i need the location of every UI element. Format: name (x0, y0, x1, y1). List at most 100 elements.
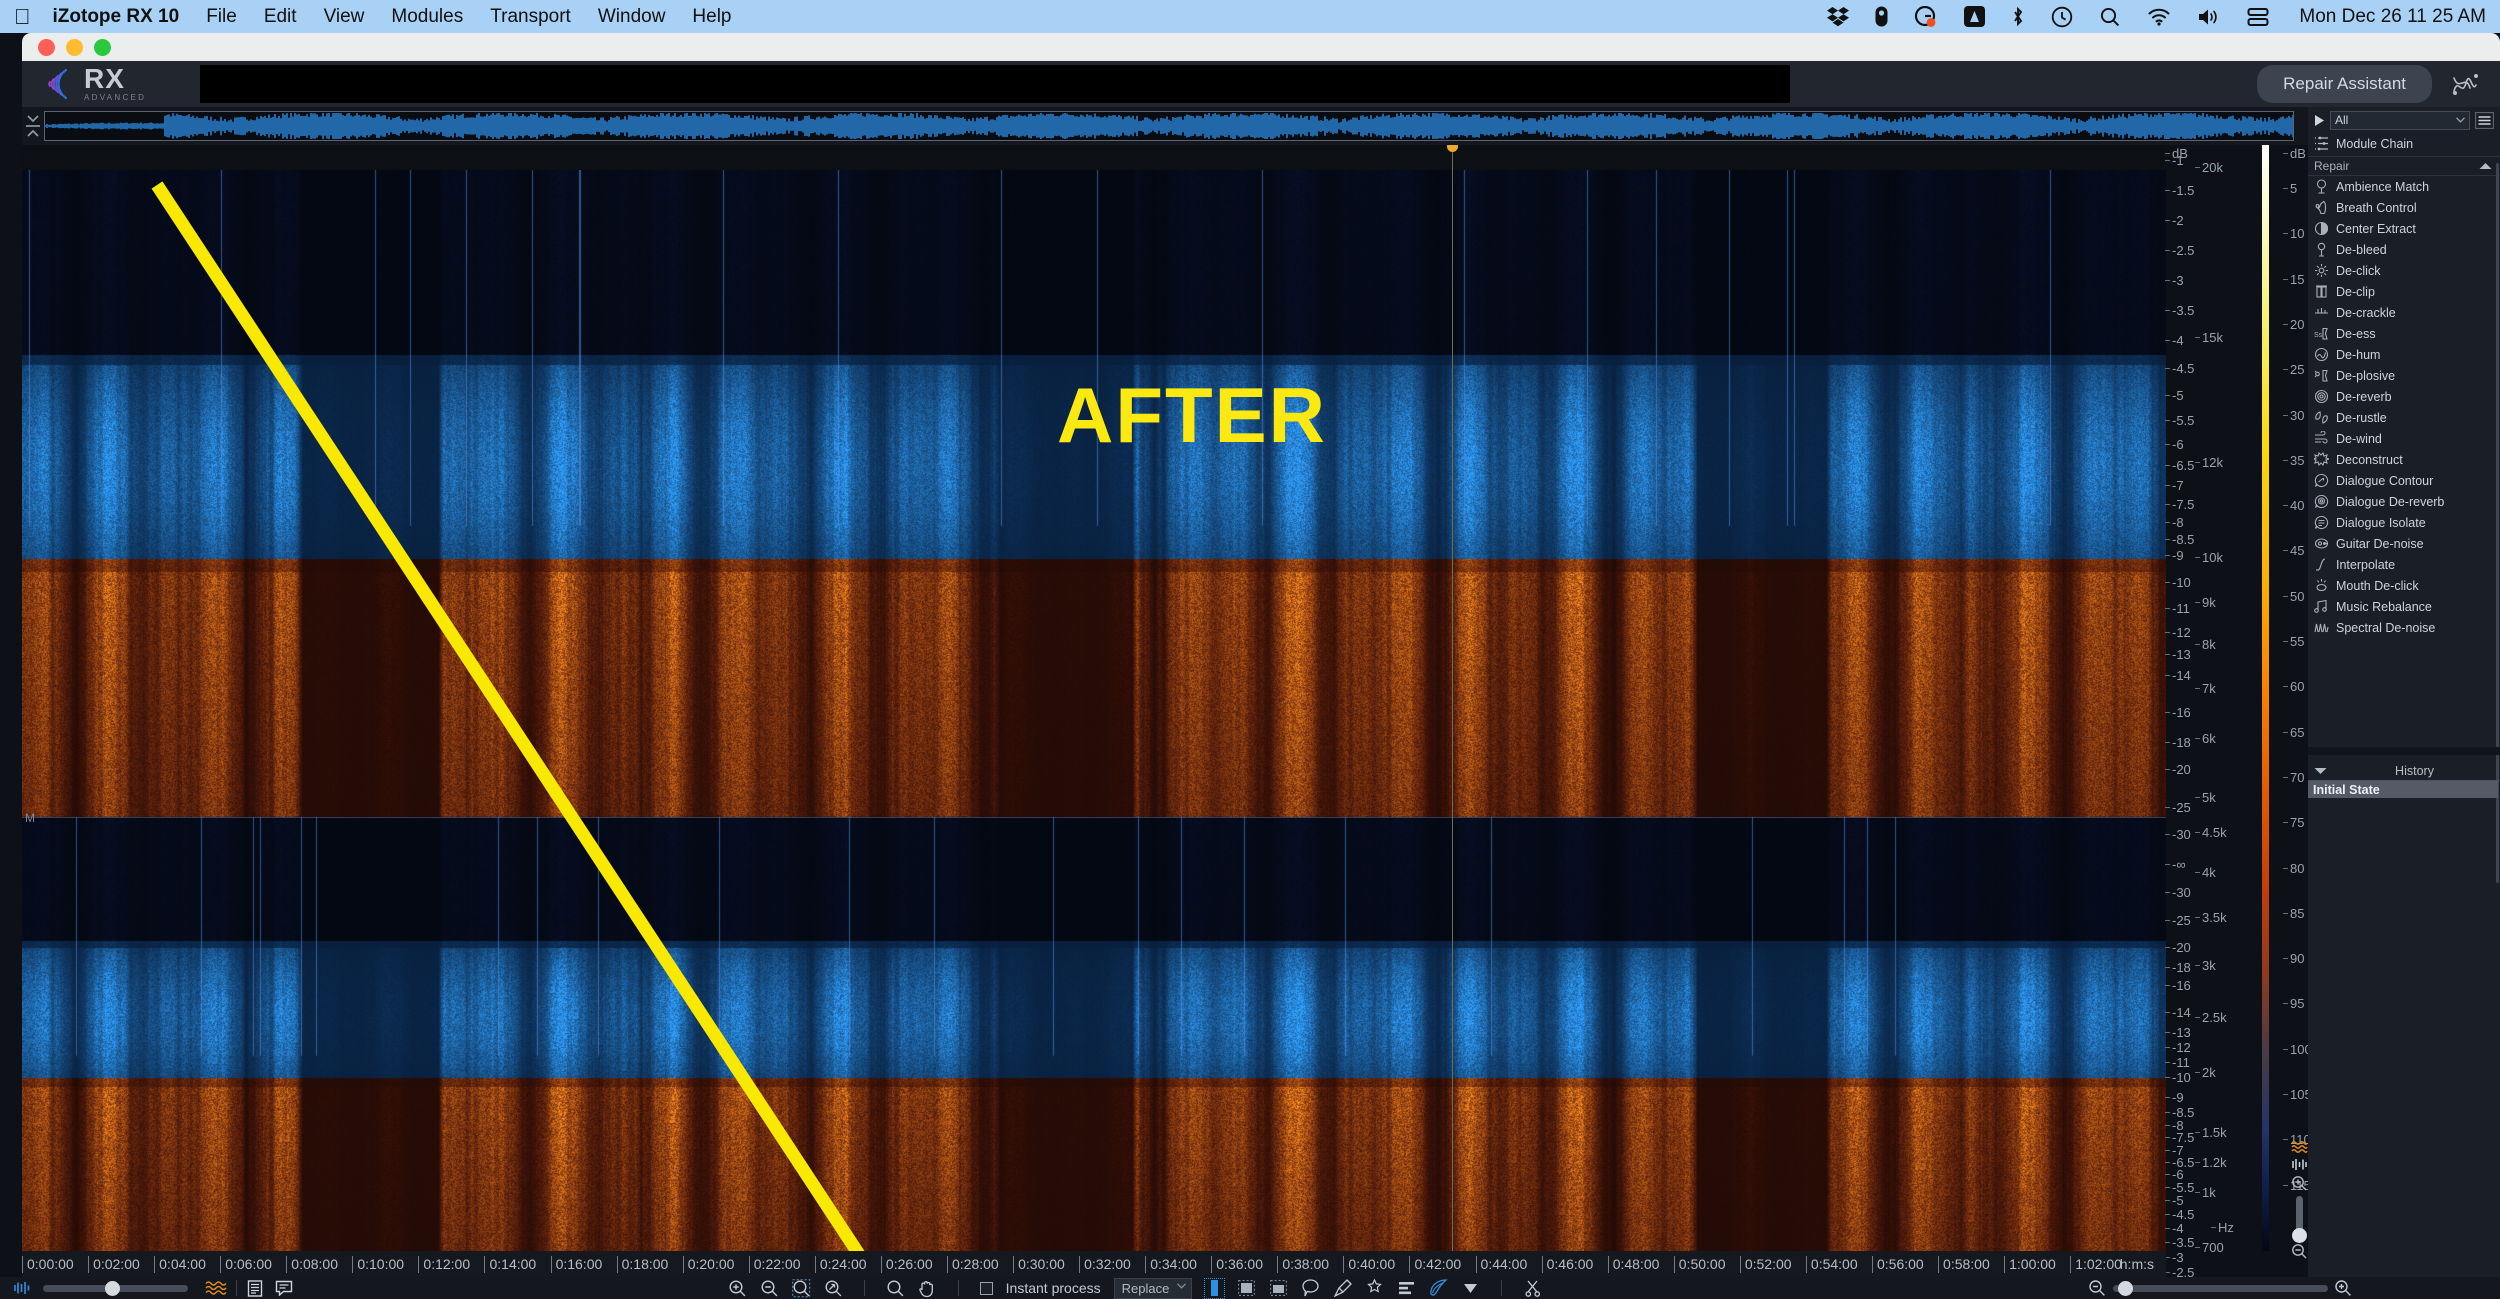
module-item-de-wind[interactable]: De-wind (2308, 428, 2500, 449)
scissors-icon[interactable] (1523, 1279, 1542, 1298)
magic-wand-icon[interactable] (1365, 1279, 1384, 1298)
lasso-selection-icon[interactable] (1301, 1279, 1320, 1298)
menu-item-file[interactable]: File (206, 6, 237, 28)
module-item-dialogue-isolate[interactable]: Dialogue Isolate (2308, 512, 2500, 533)
time-ruler[interactable]: h:m:s 0:00:00 0:02:00 0:04:00 0:06:00 0:08:0… (22, 1251, 2166, 1277)
magnifier-tool-icon[interactable] (886, 1279, 905, 1298)
module-item-de-crackle[interactable]: De-crackle (2308, 302, 2500, 323)
module-chain-item[interactable]: Module Chain (2308, 133, 2500, 154)
apple-icon[interactable]:  (14, 5, 31, 28)
hand-tool-icon[interactable] (918, 1279, 937, 1298)
grammarly-icon[interactable] (1914, 5, 1938, 28)
zoom-reset-icon[interactable] (824, 1279, 843, 1298)
module-filter-dropdown[interactable]: All (2330, 110, 2470, 130)
battery-icon[interactable] (1875, 6, 1888, 27)
module-item-ambience-match[interactable]: Ambience Match (2308, 176, 2500, 197)
wifi-icon[interactable] (2147, 7, 2171, 26)
modules-section-repair[interactable]: Repair (2308, 156, 2500, 176)
chevron-down-icon[interactable] (1461, 1279, 1480, 1298)
history-item[interactable]: Initial State (2308, 781, 2498, 798)
menu-item-window[interactable]: Window (598, 6, 666, 28)
process-mode-dropdown[interactable]: Replace (1113, 1277, 1193, 1299)
module-item-de-ess[interactable]: Ss De-ess (2308, 323, 2500, 344)
spectrogram-view[interactable]: M AFTER (22, 145, 2166, 1251)
module-item-interpolate[interactable]: Interpolate (2308, 554, 2500, 575)
menu-item-modules[interactable]: Modules (391, 6, 463, 28)
frequency-selection-icon[interactable] (1237, 1279, 1256, 1298)
maximize-button[interactable] (94, 38, 111, 56)
module-item-center-extract[interactable]: Center Extract (2308, 218, 2500, 239)
spotlight-search-icon[interactable] (2099, 6, 2121, 28)
comment-icon[interactable] (274, 1279, 293, 1298)
feather-icon[interactable] (1429, 1279, 1449, 1298)
close-button[interactable] (38, 38, 55, 56)
play-triangle-icon[interactable] (2314, 114, 2325, 127)
time-tick-label: 0:20:00 (682, 1256, 734, 1273)
vzoom-out-icon[interactable] (2291, 1243, 2308, 1260)
time-machine-icon[interactable] (2051, 6, 2073, 28)
spectrogram-view-icon[interactable] (204, 1279, 228, 1298)
waveform-scribble-icon[interactable] (2448, 67, 2482, 101)
zoom-in-icon[interactable] (728, 1279, 747, 1298)
history-panel-header[interactable]: History (2308, 761, 2500, 781)
brush-selection-icon[interactable] (1333, 1279, 1352, 1298)
waveform-view-icon[interactable] (12, 1279, 31, 1298)
module-item-de-clip[interactable]: De-clip (2308, 281, 2500, 302)
menu-app-name[interactable]: iZotope RX 10 (53, 6, 180, 28)
volume-icon[interactable] (2197, 7, 2221, 27)
chevron-up-icon[interactable] (2479, 162, 2492, 170)
zoom-out-icon[interactable] (2088, 1279, 2107, 1298)
time-selection-icon[interactable] (1204, 1277, 1226, 1299)
view-mix-slider[interactable] (43, 1280, 188, 1296)
module-item-de-plosive[interactable]: De-plosive (2308, 365, 2500, 386)
menubar-clock[interactable]: Mon Dec 26 11 25 AM (2299, 6, 2486, 28)
zoom-in-icon[interactable] (2334, 1279, 2353, 1298)
hamburger-menu-icon[interactable] (2475, 111, 2494, 129)
module-item-deconstruct[interactable]: Deconstruct (2308, 449, 2500, 470)
stacks-icon[interactable] (2247, 7, 2269, 27)
module-item-spectral-de-noise[interactable]: Spectral De-noise (2308, 617, 2500, 638)
horizontal-zoom-slider[interactable] (2112, 1280, 2328, 1296)
module-item-dialogue-contour[interactable]: Dialogue Contour (2308, 470, 2500, 491)
module-item-de-click[interactable]: De-click (2308, 260, 2500, 281)
menu-item-help[interactable]: Help (692, 6, 731, 28)
spectrogram-canvas[interactable] (22, 170, 2166, 1251)
time-tick-label: 0:50:00 (1673, 1256, 1725, 1273)
levels-selection-icon[interactable] (1397, 1279, 1416, 1298)
module-item-breath-control[interactable]: Breath Control (2308, 197, 2500, 218)
bluetooth-icon[interactable] (2011, 6, 2025, 27)
dropbox-icon[interactable] (1827, 6, 1850, 27)
menu-item-edit[interactable]: Edit (264, 6, 297, 28)
waveform-view-icon[interactable] (2291, 1158, 2308, 1171)
time-frequency-selection-icon[interactable] (1269, 1279, 1288, 1298)
adobe-creative-cloud-icon[interactable] (1964, 6, 1986, 27)
vertical-zoom-knob[interactable] (2291, 1228, 2307, 1243)
module-item-de-bleed[interactable]: De-bleed (2308, 239, 2500, 260)
overview-waveform[interactable] (44, 111, 2294, 141)
document-list-icon[interactable] (245, 1279, 264, 1298)
spectrogram-view-icon[interactable] (2290, 1140, 2308, 1154)
module-item-de-hum[interactable]: De-hum (2308, 344, 2500, 365)
overview-waveform-strip[interactable] (22, 107, 2308, 145)
menu-item-transport[interactable]: Transport (490, 6, 571, 28)
zoom-out-icon[interactable] (760, 1279, 779, 1298)
chevron-down-icon[interactable] (2314, 767, 2327, 775)
vertical-zoom-slider[interactable] (2291, 1196, 2307, 1243)
horizontal-zoom-knob[interactable] (2117, 1280, 2133, 1296)
module-item-music-rebalance[interactable]: Music Rebalance (2308, 596, 2500, 617)
module-item-de-reverb[interactable]: De-reverb (2308, 386, 2500, 407)
module-item-mouth-de-click[interactable]: Mouth De-click (2308, 575, 2500, 596)
module-item-de-rustle[interactable]: De-rustle (2308, 407, 2500, 428)
vzoom-in-icon[interactable] (2291, 1175, 2308, 1192)
repair-assistant-button[interactable]: Repair Assistant (2257, 65, 2432, 103)
zoom-to-selection-icon[interactable] (791, 1278, 811, 1298)
instant-process-checkbox[interactable] (979, 1281, 993, 1295)
vertical-zoom-control[interactable] (2288, 1140, 2310, 1260)
playhead[interactable] (1447, 145, 1458, 1251)
view-mix-slider-knob[interactable] (105, 1280, 120, 1296)
collapse-expand-icon[interactable] (22, 107, 44, 145)
module-item-guitar-de-noise[interactable]: Guitar De-noise (2308, 533, 2500, 554)
module-item-dialogue-de-reverb[interactable]: Dialogue De-reverb (2308, 491, 2500, 512)
menu-item-view[interactable]: View (324, 6, 365, 28)
minimize-button[interactable] (66, 38, 83, 56)
